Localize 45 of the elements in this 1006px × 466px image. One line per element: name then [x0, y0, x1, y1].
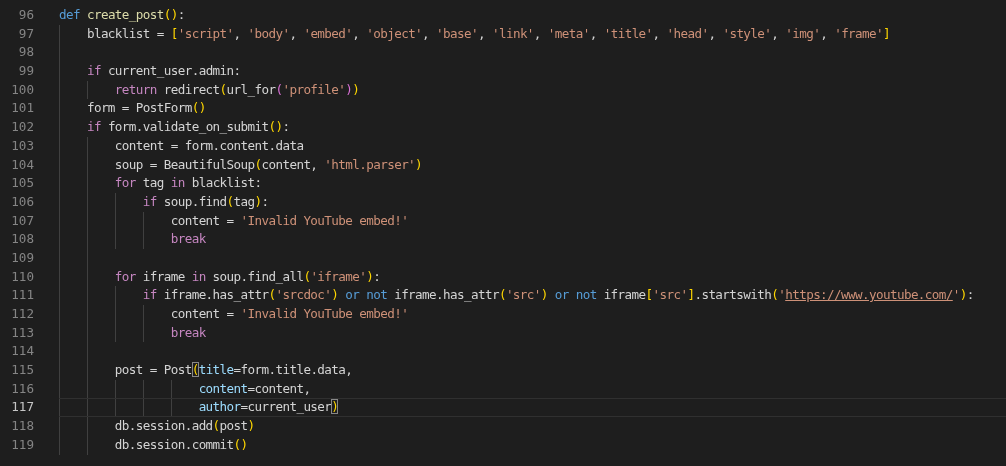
- code-line: soup = BeautifulSoup(content, 'html.parser'): [113, 156, 423, 172]
- code-line: blacklist = ['script', 'body', 'embed', 'object', 'base', 'link', 'meta', 'title', 'head', 'style', 'img', 'frame']: [85, 25, 890, 41]
- line-number: 107: [10, 211, 34, 230]
- line-number: 109: [10, 248, 34, 267]
- code-line: for tag in blacklist:: [113, 175, 262, 191]
- code-line: if soup.find(tag):: [141, 193, 269, 209]
- code-line: if current_user.admin:: [85, 63, 241, 79]
- code-line: if form.validate_on_submit():: [85, 119, 290, 135]
- code-line: if iframe.has_attr('srcdoc') or not iframe.has_attr('src') or not iframe['src'].startswith('https://www.youtube.com/'):: [141, 287, 974, 303]
- line-number: 96: [17, 6, 34, 24]
- line-number: 113: [10, 323, 34, 342]
- code-line: db.session.add(post): [113, 418, 255, 434]
- line-number: 114: [10, 342, 34, 361]
- code-line: content = form.content.data: [113, 137, 304, 153]
- line-number: 119: [10, 435, 34, 454]
- line-number: 110: [10, 267, 34, 286]
- line-number: 106: [10, 192, 34, 211]
- line-number: 111: [10, 286, 34, 305]
- line-number: 100: [10, 80, 34, 99]
- line-number: 97: [17, 24, 34, 43]
- code-line: content = 'Invalid YouTube embed!': [169, 306, 409, 321]
- line-number: 105: [10, 174, 34, 193]
- line-number: 117: [10, 398, 34, 417]
- line-number: 116: [10, 379, 34, 398]
- line-number: 115: [10, 361, 34, 380]
- line-number: 104: [10, 155, 34, 174]
- code-line: def create_post():: [59, 7, 185, 22]
- line-number: 108: [10, 230, 34, 249]
- line-number: 102: [10, 118, 34, 137]
- code-line: db.session.commit(): [113, 436, 248, 452]
- code-line: content=content,: [197, 380, 311, 396]
- code-line: break: [169, 324, 206, 340]
- line-number: 118: [10, 417, 34, 436]
- code-line: author=current_user): [197, 399, 339, 415]
- code-line: for iframe in soup.find_all('iframe'):: [113, 268, 381, 284]
- code-line: return redirect(url_for('profile')): [113, 81, 360, 97]
- line-number: 112: [10, 305, 34, 323]
- code-line: form = PostForm(): [85, 100, 206, 116]
- code-line: post = Post(title=form.title.data,: [113, 362, 353, 378]
- line-number: 99: [17, 62, 34, 81]
- line-number: 98: [17, 43, 34, 62]
- line-number: 103: [10, 136, 34, 155]
- code-line: break: [169, 231, 206, 247]
- code-line: content = 'Invalid YouTube embed!': [169, 212, 409, 228]
- line-number: 101: [10, 99, 34, 118]
